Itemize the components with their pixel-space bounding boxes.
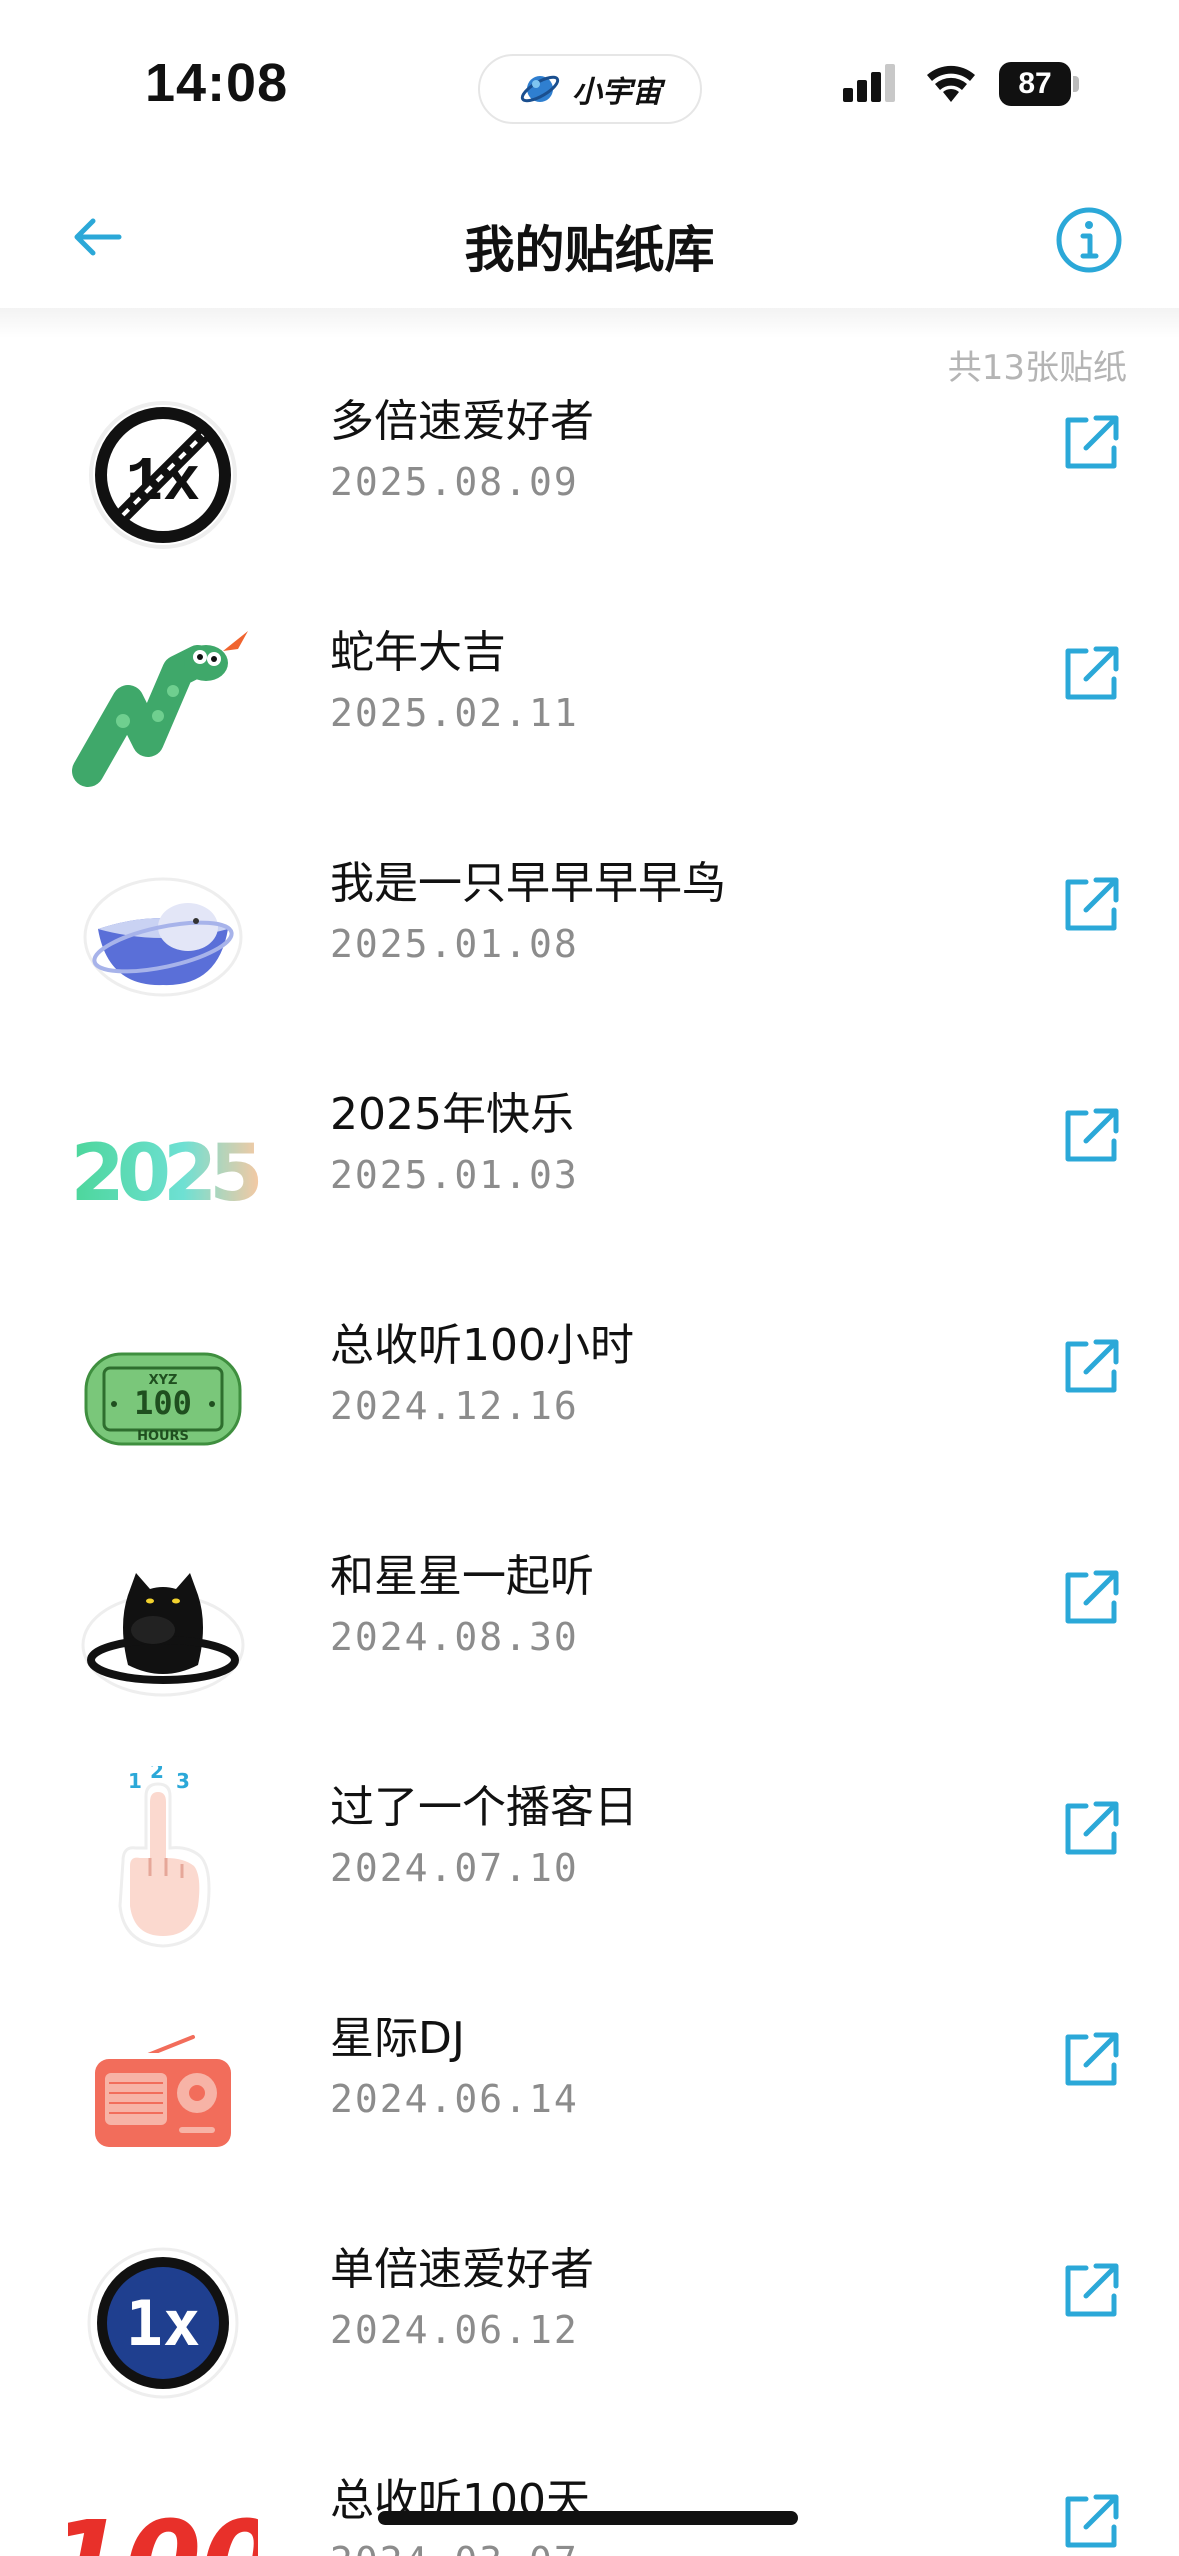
list-item[interactable]: 和星星一起听 2024.08.30 bbox=[0, 1525, 1179, 1756]
sticker-date: 2024.06.12 bbox=[330, 2308, 579, 2352]
sticker-date: 2024.08.30 bbox=[330, 1615, 579, 1659]
battery-level: 87 bbox=[999, 62, 1071, 106]
share-external-icon[interactable] bbox=[1060, 643, 1122, 705]
sticker-date: 2025.08.09 bbox=[330, 460, 579, 504]
sticker-date: 2024.03.07 bbox=[330, 2539, 579, 2556]
svg-text:1: 1 bbox=[128, 1769, 142, 1793]
sticker-date: 2025.02.11 bbox=[330, 691, 579, 735]
sticker-title: 总收听100小时 bbox=[330, 1320, 634, 1371]
app-pill-label: 小宇宙 bbox=[572, 75, 662, 110]
info-circle-icon[interactable] bbox=[1054, 205, 1124, 275]
list-item[interactable]: 2025 2025年快乐 2025.01.03 bbox=[0, 1063, 1179, 1294]
share-external-icon[interactable] bbox=[1060, 1105, 1122, 1167]
sticker-title: 单倍速爱好者 bbox=[330, 2244, 594, 2295]
nav-divider bbox=[0, 308, 1179, 338]
sticker-title: 我是一只早早早早鸟 bbox=[330, 858, 726, 909]
list-item[interactable]: 1 2 3 过了一个播客日 2024.07.10 bbox=[0, 1756, 1179, 1987]
list-item[interactable]: 1x 单倍速爱好者 2024.06.12 bbox=[0, 2218, 1179, 2449]
radio-icon bbox=[58, 2002, 268, 2182]
multi-speed-badge-icon: 1x bbox=[58, 385, 268, 565]
share-external-icon[interactable] bbox=[1060, 2029, 1122, 2091]
100-emoji-icon: 100 bbox=[58, 2464, 268, 2556]
svg-text:1x: 1x bbox=[126, 2287, 201, 2360]
cellular-signal-icon bbox=[843, 64, 895, 102]
sticker-date: 2024.12.16 bbox=[330, 1384, 579, 1428]
share-external-icon[interactable] bbox=[1060, 1567, 1122, 1629]
list-item[interactable]: 星际DJ 2024.06.14 bbox=[0, 1987, 1179, 2218]
sticker-title: 和星星一起听 bbox=[330, 1551, 594, 1602]
sticker-title: 蛇年大吉 bbox=[330, 627, 506, 678]
list-item[interactable]: 蛇年大吉 2025.02.11 bbox=[0, 601, 1179, 832]
sticker-title: 2025年快乐 bbox=[330, 1089, 574, 1140]
sticker-title: 星际DJ bbox=[330, 2013, 465, 2064]
list-item[interactable]: 我是一只早早早早鸟 2025.01.08 bbox=[0, 832, 1179, 1063]
2025-sticker-icon: 2025 bbox=[58, 1078, 268, 1258]
sticker-date: 2025.01.03 bbox=[330, 1153, 579, 1197]
planet-icon bbox=[520, 75, 560, 103]
wifi-icon bbox=[927, 65, 975, 102]
sticker-date: 2025.01.08 bbox=[330, 922, 579, 966]
list-item[interactable]: 100 总收听100天 2024.03.07 bbox=[0, 2449, 1179, 2556]
svg-text:2025: 2025 bbox=[70, 1129, 258, 1219]
status-time: 14:08 bbox=[145, 53, 289, 113]
status-bar: 14:08 小宇宙 87 bbox=[0, 0, 1179, 160]
snake-sticker-icon bbox=[58, 616, 268, 796]
battery-icon: 87 bbox=[999, 62, 1079, 106]
sticker-date: 2024.06.14 bbox=[330, 2077, 579, 2121]
share-external-icon[interactable] bbox=[1060, 2491, 1122, 2553]
list-item[interactable]: XYZ 100 HOURS 总收听100小时 2024.12.16 bbox=[0, 1294, 1179, 1525]
page-title: 我的贴纸库 bbox=[464, 221, 715, 279]
svg-text:3: 3 bbox=[176, 1769, 190, 1793]
share-external-icon[interactable] bbox=[1060, 2260, 1122, 2322]
early-bird-planet-icon bbox=[58, 847, 268, 1027]
home-indicator[interactable] bbox=[378, 2511, 798, 2525]
nav-bar: 我的贴纸库 bbox=[0, 160, 1179, 310]
share-external-icon[interactable] bbox=[1060, 1336, 1122, 1398]
list-item[interactable]: 1x 多倍速爱好者 2025.08.09 bbox=[0, 370, 1179, 601]
sticker-date: 2024.07.10 bbox=[330, 1846, 579, 1890]
share-external-icon[interactable] bbox=[1060, 1798, 1122, 1860]
sticker-title: 多倍速爱好者 bbox=[330, 396, 594, 447]
black-cat-planet-icon bbox=[58, 1540, 268, 1720]
svg-text:100: 100 bbox=[68, 2497, 258, 2556]
svg-text:2: 2 bbox=[150, 1766, 164, 1783]
sticker-title: 过了一个播客日 bbox=[330, 1782, 638, 1833]
svg-text:100: 100 bbox=[134, 1384, 192, 1422]
sticker-list: 1x 多倍速爱好者 2025.08.09 bbox=[0, 370, 1179, 2556]
100-hours-ticket-icon: XYZ 100 HOURS bbox=[58, 1309, 268, 1489]
svg-text:HOURS: HOURS bbox=[137, 1429, 189, 1444]
app-pill[interactable]: 小宇宙 bbox=[478, 54, 702, 124]
hand-123-icon: 1 2 3 bbox=[58, 1766, 268, 1951]
share-external-icon[interactable] bbox=[1060, 874, 1122, 936]
share-external-icon[interactable] bbox=[1060, 412, 1122, 474]
1x-speed-badge-icon: 1x bbox=[58, 2233, 268, 2413]
